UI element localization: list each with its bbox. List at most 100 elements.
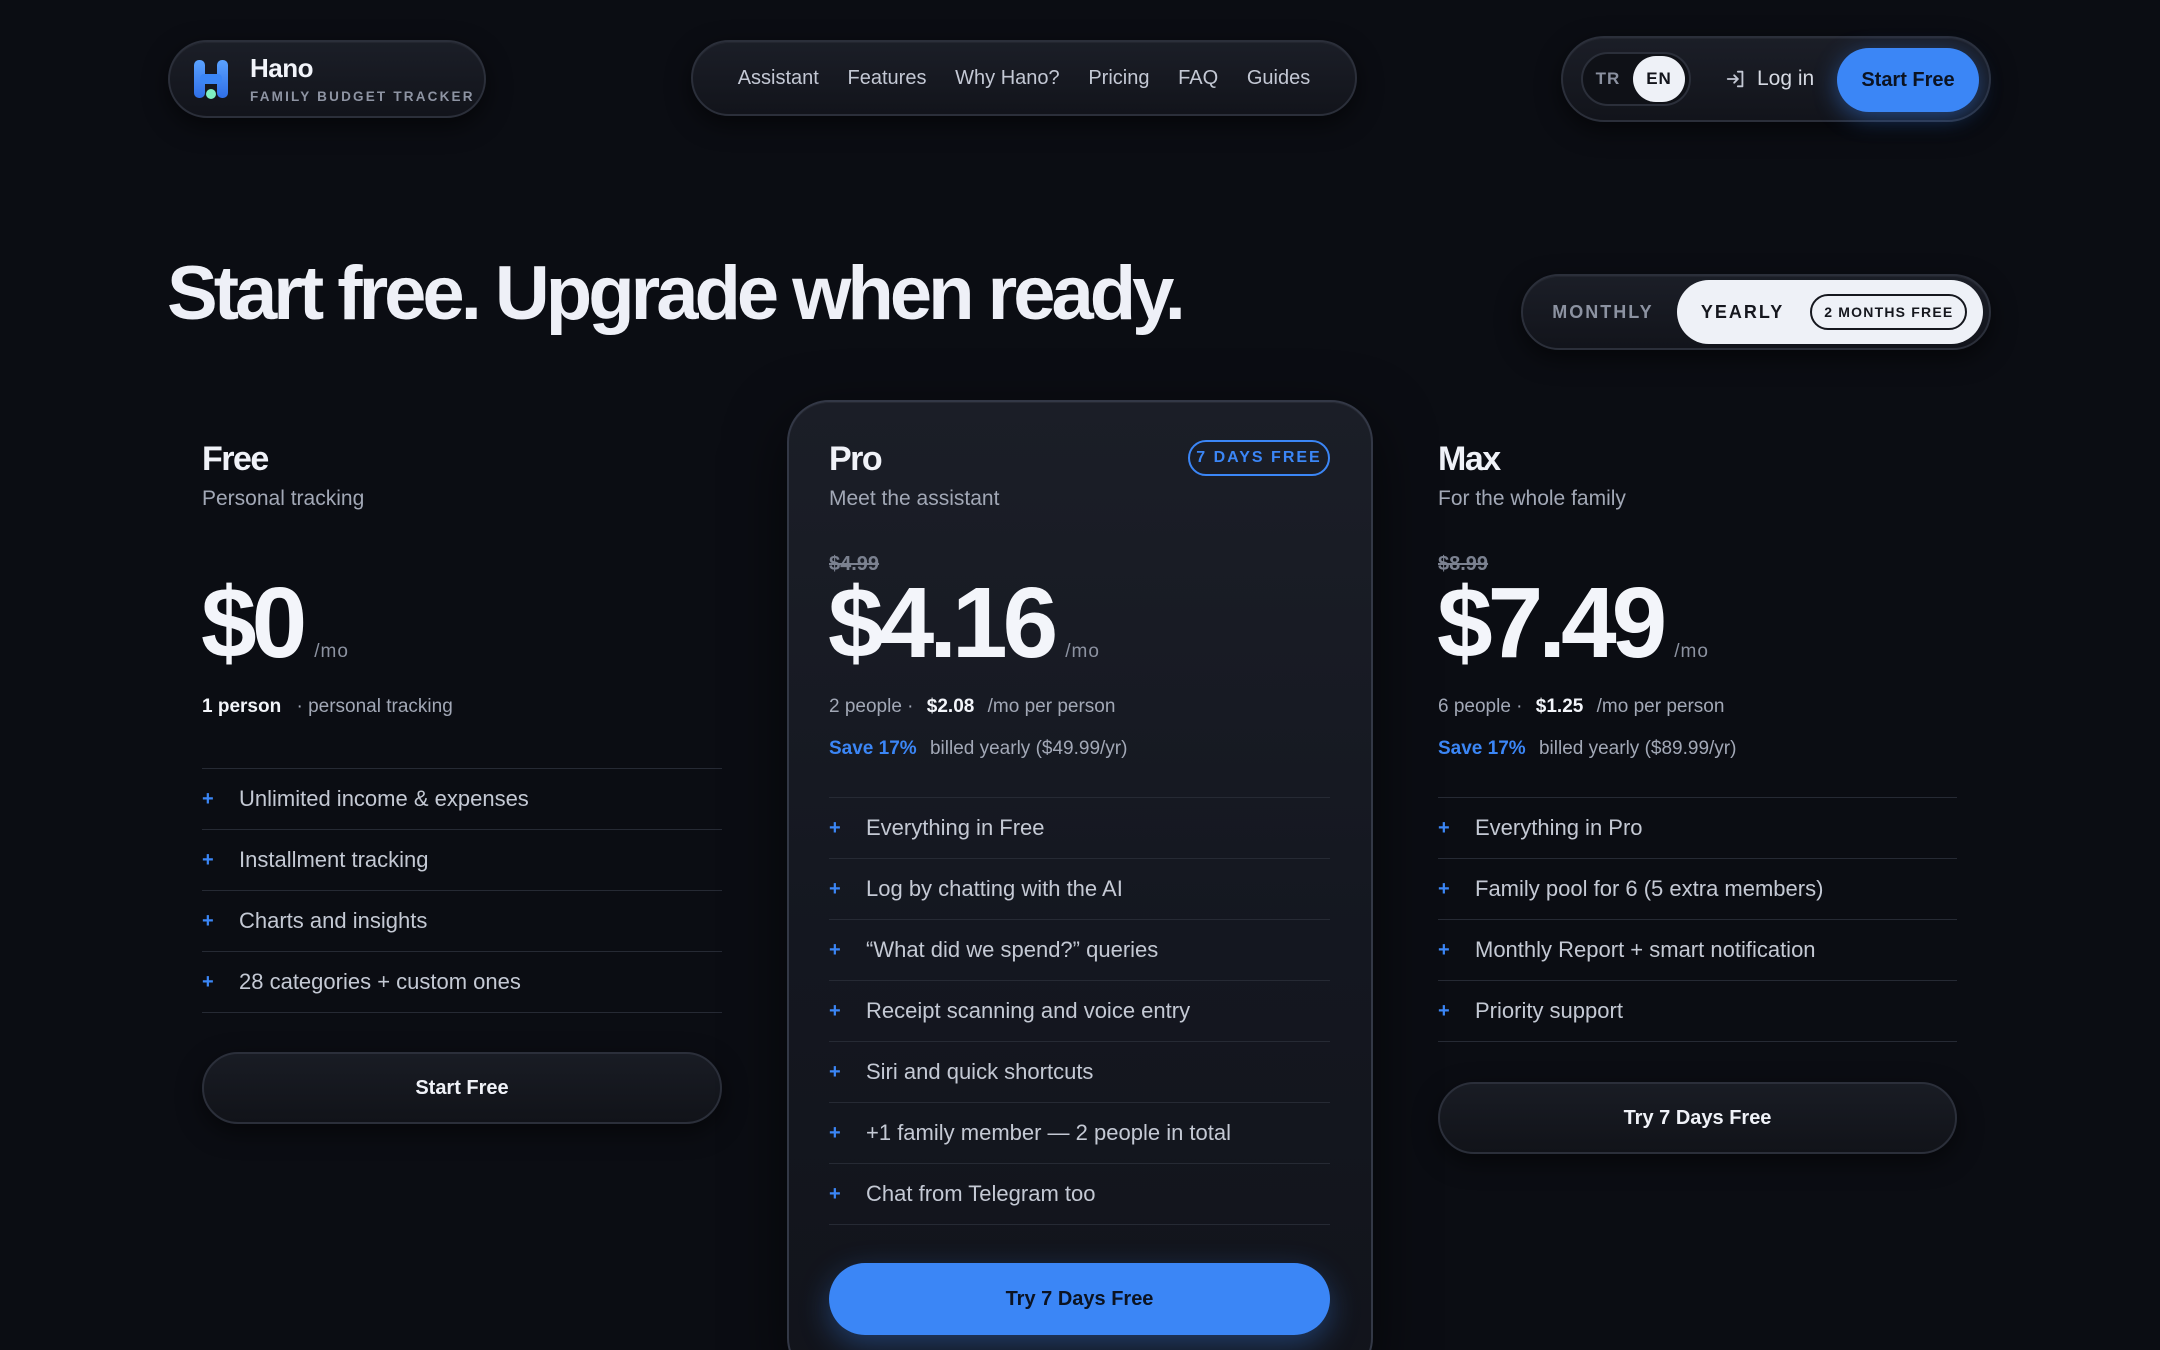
plan-per-person-unit: /mo per person [1596,696,1725,717]
plan-people-count: 2 people · [829,696,914,717]
feature-text: Installment tracking [239,847,429,872]
feature-text: Priority support [1475,998,1623,1023]
plus-icon: + [829,1060,841,1083]
list-item: + Everything in Free [829,798,1330,859]
plus-icon: + [829,816,841,839]
brand-text: Hano FAMILY BUDGET TRACKER [250,55,475,104]
page-title: Start free. Upgrade when ready. [167,251,1186,336]
login-arrow-icon [1726,70,1744,88]
feature-text: Family pool for 6 (5 extra members) [1475,876,1824,901]
list-item: + Family pool for 6 (5 extra members) [1438,859,1957,920]
plan-savings: Save 17% billed yearly ($89.99/yr) [1438,738,1736,760]
feature-text: Unlimited income & expenses [239,786,529,811]
list-item: + Receipt scanning and voice entry [829,981,1330,1042]
feature-text: Charts and insights [239,908,428,933]
plus-icon: + [202,909,214,932]
plan-price-unit: /mo [1674,641,1709,662]
plan-per-person-price: $1.25 [1535,696,1584,717]
plan-billed-note: billed yearly ($89.99/yr) [1538,738,1737,759]
plan-people-count: 1 person [202,696,282,717]
feature-text: “What did we spend?” queries [866,937,1159,962]
feature-text: 28 categories + custom ones [239,969,521,994]
plan-save-percent: Save 17% [829,738,917,759]
list-item: + +1 family member — 2 people in total [829,1103,1330,1164]
plus-icon: + [829,877,841,900]
feature-text: Everything in Pro [1475,815,1643,840]
feature-text: Monthly Report + smart notification [1475,937,1816,962]
nav-why-hano[interactable]: Why Hano? [955,67,1060,90]
list-item: + “What did we spend?” queries [829,920,1330,981]
nav-guides[interactable]: Guides [1247,67,1310,90]
plan-price-row: $4.16 /mo [828,573,1100,673]
plan-people-note: · personal tracking [296,696,453,717]
plus-icon: + [202,848,214,871]
language-switcher: TR EN [1581,52,1691,106]
list-item: + Log by chatting with the AI [829,859,1330,920]
hano-logo-icon [194,60,228,99]
list-item: + Monthly Report + smart notification [1438,920,1957,981]
feature-text: +1 family member — 2 people in total [866,1120,1232,1145]
feature-text: Everything in Free [866,815,1045,840]
main-nav: Assistant Features Why Hano? Pricing FAQ… [691,40,1357,116]
plus-icon: + [829,1121,841,1144]
plan-price-unit: /mo [1065,641,1100,662]
list-item: + Unlimited income & expenses [202,769,722,830]
nav-assistant[interactable]: Assistant [738,67,819,90]
brand-name: Hano [250,52,313,83]
plan-billed-note: billed yearly ($49.99/yr) [929,738,1128,759]
plan-people: 6 people · $1.25 /mo per person [1438,696,1724,718]
plus-icon: + [829,938,841,961]
billing-yearly-label: YEARLY [1700,301,1785,322]
plan-price-row: $0 /mo [201,573,349,673]
login-label: Log in [1757,67,1815,90]
plan-price: $4.16 [828,567,1058,679]
brand-tagline: FAMILY BUDGET TRACKER [250,88,475,104]
pro-trial-button[interactable]: Try 7 Days Free [829,1263,1330,1335]
max-trial-button[interactable]: Try 7 Days Free [1438,1082,1957,1154]
plan-subtitle: Meet the assistant [829,487,1000,510]
list-item: + Priority support [1438,981,1957,1042]
list-item: + Siri and quick shortcuts [829,1042,1330,1103]
brand-logo-pill[interactable]: Hano FAMILY BUDGET TRACKER [168,40,486,118]
plus-icon: + [202,787,214,810]
plan-subtitle: Personal tracking [202,487,365,510]
plan-feature-list: + Everything in Free + Log by chatting wit… [829,797,1330,1225]
header-start-free-button[interactable]: Start Free [1837,48,1979,112]
plan-price-row: $7.49 /mo [1437,573,1709,673]
plan-savings: Save 17% billed yearly ($49.99/yr) [829,738,1127,760]
plus-icon: + [829,999,841,1022]
list-item: + Chat from Telegram too [829,1164,1330,1225]
plan-per-person-unit: /mo per person [987,696,1116,717]
lang-tr-button[interactable]: TR [1583,69,1633,89]
plan-per-person-price: $2.08 [926,696,975,717]
lang-en-button[interactable]: EN [1633,56,1685,102]
plan-people: 2 people · $2.08 /mo per person [829,696,1115,718]
plan-subtitle: For the whole family [1438,487,1626,510]
plan-price: $7.49 [1437,567,1667,679]
nav-pricing[interactable]: Pricing [1088,67,1149,90]
plan-name: Pro [829,440,883,478]
feature-text: Log by chatting with the AI [866,876,1123,901]
two-months-free-badge: 2 MONTHS FREE [1810,294,1968,330]
login-link[interactable]: Log in [1725,67,1814,91]
seven-days-free-badge: 7 DAYS FREE [1188,440,1330,476]
nav-features[interactable]: Features [848,67,927,90]
plan-name: Max [1438,440,1501,478]
billing-monthly-option[interactable]: MONTHLY [1529,302,1677,323]
list-item: +28 categories + custom ones [202,952,722,1013]
list-item: + Installment tracking [202,830,722,891]
plus-icon: + [829,1182,841,1205]
feature-text: Receipt scanning and voice entry [866,998,1191,1023]
plus-icon: + [1438,938,1450,961]
plus-icon: + [1438,999,1450,1022]
billing-yearly-option[interactable]: YEARLY 2 MONTHS FREE [1676,280,1983,344]
plan-save-percent: Save 17% [1438,738,1526,759]
nav-faq[interactable]: FAQ [1178,67,1218,90]
header-actions: TR EN Log in Start Free [1561,36,1991,122]
plan-feature-list: + Unlimited income & expenses + Installmen… [202,768,722,1013]
free-start-button[interactable]: Start Free [202,1052,722,1124]
plan-feature-list: + Everything in Pro + Family pool for 6 (5… [1438,797,1957,1042]
plan-people: 1 person · personal tracking [202,696,453,718]
plan-price-unit: /mo [314,641,349,662]
plan-price: $0 [201,567,307,679]
